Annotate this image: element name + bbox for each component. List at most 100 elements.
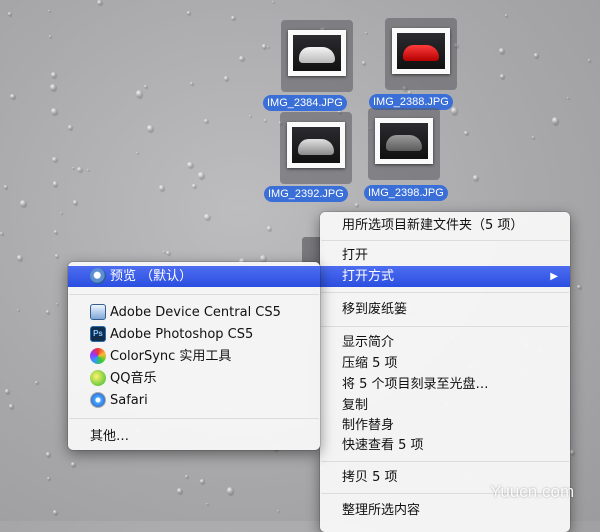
menu-item-quick-look[interactable]: 快速查看 5 项 (320, 435, 570, 456)
menu-item-qq-music[interactable]: QQ音乐 (68, 368, 320, 389)
safari-icon (90, 391, 106, 408)
water-droplet (200, 479, 204, 484)
water-droplet (187, 162, 193, 168)
menu-item-adobe-device-central[interactable]: Adobe Device Central CS5 (68, 302, 320, 323)
water-droplet (52, 157, 57, 162)
file-icon-img-2392[interactable] (280, 112, 352, 184)
water-droplet (144, 85, 147, 88)
water-droplet (532, 136, 534, 139)
menu-item-get-info[interactable]: 显示简介 (320, 332, 570, 353)
water-droplet (277, 510, 279, 512)
water-droplet (262, 44, 266, 49)
adobe-device-central-icon (90, 303, 106, 320)
menu-item-preview-default[interactable]: 预览 （默认） (68, 266, 320, 287)
water-droplet (163, 251, 165, 253)
menu-item-adobe-photoshop[interactable]: Ps Adobe Photoshop CS5 (68, 324, 320, 345)
water-droplet (60, 212, 62, 214)
water-droplet (166, 251, 170, 255)
water-droplet (147, 125, 153, 132)
water-droplet (473, 175, 478, 181)
water-droplet (198, 172, 204, 179)
water-droplet (46, 452, 50, 457)
water-droplet (177, 488, 182, 494)
menu-separator (69, 418, 319, 419)
water-droplet (204, 119, 208, 123)
water-droplet (71, 462, 75, 467)
menu-item-label: Adobe Device Central CS5 (110, 305, 281, 320)
water-droplet (239, 56, 244, 61)
water-droplet (588, 59, 590, 62)
menu-item-open[interactable]: 打开 (320, 245, 570, 266)
water-droplet (267, 226, 271, 231)
file-name-label[interactable]: IMG_2392.JPG (264, 186, 348, 202)
menu-item-burn-to-disc[interactable]: 将 5 个项目刻录至光盘… (320, 374, 570, 395)
menu-separator (321, 461, 569, 462)
menu-separator (321, 240, 569, 241)
watermark-text: Yuucn.com (490, 482, 575, 501)
water-droplet (362, 61, 365, 65)
water-droplet (46, 310, 49, 314)
water-droplet (4, 185, 7, 189)
water-droplet (500, 74, 504, 79)
menu-item-label: 预览 （默认） (110, 269, 193, 284)
water-droplet (185, 475, 188, 478)
water-droplet (190, 82, 193, 85)
file-name-label[interactable]: IMG_2398.JPG (364, 185, 448, 201)
water-droplet (567, 97, 569, 99)
water-droplet (9, 404, 13, 409)
image-thumbnail (375, 118, 433, 164)
water-droplet (136, 90, 142, 98)
menu-item-safari[interactable]: Safari (68, 390, 320, 411)
water-droplet (264, 119, 266, 122)
water-droplet (224, 76, 228, 81)
menu-item-move-to-trash[interactable]: 移到废纸篓 (320, 299, 570, 320)
water-droplet (272, 1, 274, 3)
water-droplet (227, 487, 233, 495)
menu-item-clean-up-selection[interactable]: 整理所选内容 (320, 500, 570, 521)
water-droplet (206, 503, 208, 505)
water-droplet (50, 84, 56, 91)
water-droplet (49, 35, 51, 38)
menu-separator (69, 294, 319, 295)
menu-item-duplicate[interactable]: 复制 (320, 395, 570, 416)
water-droplet (260, 255, 266, 262)
image-thumbnail (288, 30, 346, 76)
water-droplet (53, 510, 57, 515)
water-droplet (17, 255, 22, 261)
water-droplet (534, 53, 538, 58)
water-droplet (35, 381, 38, 384)
menu-item-label: 打开方式 (342, 269, 395, 284)
water-droplet (5, 389, 9, 394)
menu-separator (321, 292, 569, 293)
water-droplet (159, 185, 164, 191)
water-droplet (48, 10, 50, 12)
menu-item-compress[interactable]: 压缩 5 项 (320, 353, 570, 374)
water-droplet (204, 214, 210, 220)
menu-item-open-with[interactable]: 打开方式 ▶ (320, 266, 570, 287)
water-droplet (10, 94, 15, 99)
water-droplet (73, 200, 77, 205)
menu-item-make-alias[interactable]: 制作替身 (320, 415, 570, 436)
file-icon-img-2388[interactable] (385, 18, 457, 90)
menu-item-other[interactable]: 其他… (68, 426, 320, 447)
colorsync-icon (90, 347, 106, 364)
file-icon-img-2384[interactable] (281, 20, 353, 92)
open-with-submenu: 预览 （默认） Adobe Device Central CS5 Ps Adobe… (68, 262, 320, 450)
menu-item-label: QQ音乐 (110, 371, 157, 386)
water-droplet (267, 46, 269, 48)
image-thumbnail (287, 122, 345, 168)
file-icon-img-2398[interactable] (368, 108, 440, 180)
water-droplet (68, 125, 72, 130)
water-droplet (54, 230, 57, 234)
water-droplet (136, 152, 138, 154)
water-droplet (20, 200, 26, 207)
menu-item-new-folder-with-selection[interactable]: 用所选项目新建文件夹（5 项） (320, 215, 570, 236)
file-name-label[interactable]: IMG_2384.JPG (263, 95, 347, 111)
water-droplet (355, 203, 358, 207)
water-droplet (97, 0, 102, 5)
water-droplet (55, 254, 58, 258)
water-droplet (0, 232, 3, 235)
water-droplet (187, 11, 190, 15)
water-droplet (499, 48, 504, 54)
menu-item-colorsync-utility[interactable]: ColorSync 实用工具 (68, 346, 320, 367)
